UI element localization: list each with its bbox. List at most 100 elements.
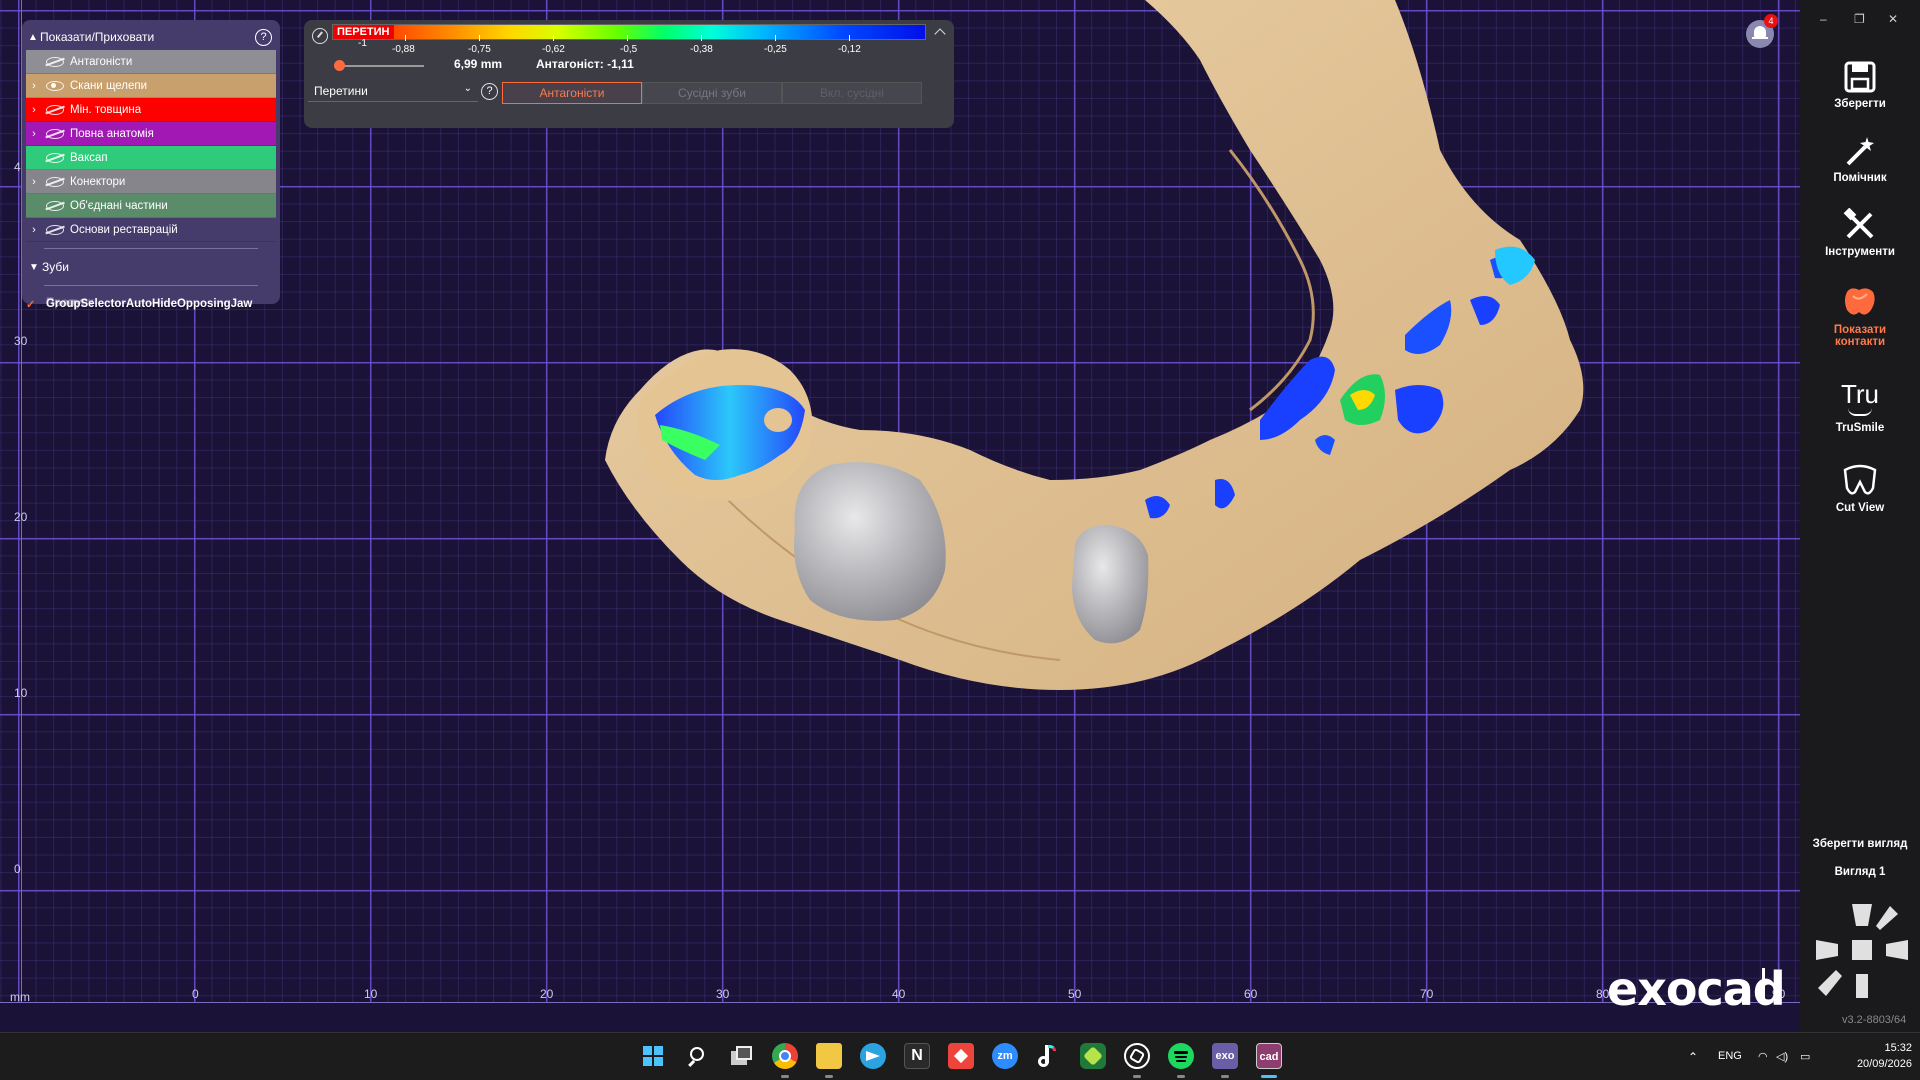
antagonists-button[interactable]: Антагоністи [502, 82, 642, 104]
assistant-button[interactable]: Помічник [1800, 134, 1920, 184]
teeth-label: Зуби [42, 260, 69, 274]
ruler-x-label: 60 [1244, 987, 1258, 1001]
smile-arc-icon [1848, 408, 1872, 416]
contacts-icon [1845, 288, 1875, 315]
cut-view-button[interactable]: Cut View [1800, 464, 1920, 514]
view-top-icon[interactable] [1852, 904, 1872, 926]
group-row-merged-parts[interactable]: Об'єднані частини [26, 194, 276, 218]
include-neighbors-button[interactable]: Вкл. сусідні [782, 82, 922, 104]
show-hide-header[interactable]: ▲ Показати/Приховати ? [26, 24, 276, 50]
running-indicator [1133, 1075, 1141, 1078]
thickness-slider[interactable] [334, 65, 424, 67]
help-icon[interactable]: ? [481, 83, 498, 100]
tools-button[interactable]: Інструменти [1800, 208, 1920, 258]
help-icon[interactable]: ? [255, 29, 272, 46]
notification-badge: 4 [1764, 14, 1778, 28]
eye-icon[interactable] [46, 176, 64, 187]
group-row-min-thickness[interactable]: › Мін. товщина [26, 98, 276, 122]
group-row-waxup[interactable]: Ваксап [26, 146, 276, 170]
wifi-icon[interactable]: ◠ [1758, 1050, 1768, 1063]
chevron-down-icon[interactable]: ▼ [26, 262, 42, 273]
clock-date[interactable]: 20/09/2026 [1836, 1058, 1912, 1070]
neighbor-teeth-button[interactable]: Сусідні зуби [642, 82, 782, 104]
colorbar-tick [405, 35, 406, 41]
task-view-icon[interactable] [728, 1043, 754, 1069]
view-top-right-icon[interactable] [1876, 906, 1898, 930]
mode-select[interactable]: Перетини ⌄ [308, 82, 478, 102]
assistant-label: Помічник [1833, 172, 1887, 184]
group-row-connectors[interactable]: › Конектори [26, 170, 276, 194]
view-left-icon[interactable] [1816, 940, 1838, 960]
eye-icon[interactable] [46, 152, 64, 163]
chevron-up-icon[interactable]: ▲ [26, 32, 40, 43]
language-indicator[interactable]: ENG [1718, 1050, 1742, 1062]
expand-arrow-icon[interactable]: › [26, 128, 42, 140]
notification-button[interactable]: 4 [1746, 14, 1778, 48]
running-indicator [825, 1075, 833, 1078]
view-bottom-icon[interactable] [1856, 974, 1868, 998]
group-row-antagonists[interactable]: Антагоністи [26, 50, 276, 74]
expand-arrow-icon[interactable]: › [26, 176, 42, 188]
battery-icon[interactable]: ▭ [1800, 1050, 1810, 1063]
group-label: Конектори [70, 175, 126, 188]
restore-button[interactable]: ❐ [1854, 12, 1865, 26]
view-name[interactable]: Вигляд 1 [1800, 866, 1920, 878]
chatgpt-icon[interactable] [1124, 1043, 1150, 1069]
ruler-y-label: 0 [14, 862, 21, 876]
save-view-label[interactable]: Зберегти вигляд [1800, 838, 1920, 850]
chrome-icon[interactable] [772, 1043, 798, 1069]
zoom-icon[interactable]: zm [992, 1043, 1018, 1069]
show-contacts-button[interactable]: Показати контакти [1800, 282, 1920, 348]
notion-icon[interactable]: N [904, 1043, 930, 1069]
group-row-restoration-bases[interactable]: › Основи реставрацій [26, 218, 276, 242]
group-label: Скани щелепи [70, 79, 148, 92]
explorer-icon[interactable] [816, 1043, 842, 1069]
close-button[interactable]: ✕ [1888, 12, 1898, 26]
auto-hide-opposing-jaw-toggle[interactable]: ✓ GroupSelectorAutoHideOpposingJaw Пропу… [26, 292, 276, 316]
expand-arrow-icon[interactable]: › [26, 224, 42, 236]
eye-icon[interactable] [46, 224, 64, 235]
app-icon[interactable] [1080, 1043, 1106, 1069]
group-label: Об'єднані частини [70, 199, 168, 212]
group-row-jaw-scans[interactable]: › Скани щелепи [26, 74, 276, 98]
version-text: v3.2-8803/64 [1842, 1014, 1907, 1026]
clock-time[interactable]: 15:32 [1856, 1042, 1912, 1054]
volume-icon[interactable]: ◁) [1776, 1050, 1788, 1063]
exo-icon[interactable]: exo [1212, 1043, 1238, 1069]
eye-icon[interactable] [46, 128, 64, 139]
teeth-group[interactable]: ▼ Зуби [26, 255, 276, 279]
ruler-x-label: 70 [1420, 987, 1434, 1001]
view-bottom-left-icon[interactable] [1818, 970, 1842, 996]
ruler-x-label: 40 [892, 987, 906, 1001]
cad-icon[interactable]: cad [1256, 1043, 1282, 1069]
view-cube-navigator[interactable] [1812, 900, 1912, 1004]
group-label: Основи реставрацій [70, 223, 178, 236]
ruler-x-label: 0 [192, 987, 199, 1001]
search-icon[interactable] [684, 1043, 710, 1069]
save-button[interactable]: Зберегти [1800, 60, 1920, 110]
eye-icon[interactable] [46, 56, 64, 67]
expand-arrow-icon[interactable]: › [26, 80, 42, 92]
minimize-button[interactable]: – [1820, 12, 1827, 26]
show-hide-title: Показати/Приховати [40, 30, 155, 44]
collapse-icon[interactable] [934, 28, 946, 40]
spotify-icon[interactable] [1168, 1043, 1194, 1069]
eye-icon[interactable] [46, 80, 64, 91]
telegram-icon[interactable] [860, 1043, 886, 1069]
eye-icon[interactable] [46, 200, 64, 211]
thickness-slider-handle[interactable] [334, 60, 345, 71]
tiktok-icon[interactable] [1036, 1043, 1062, 1069]
group-row-full-anatomy[interactable]: › Повна анатомія [26, 122, 276, 146]
view-front-icon[interactable] [1852, 940, 1872, 960]
trusmile-button[interactable]: Tru TruSmile [1800, 380, 1920, 434]
eye-icon[interactable] [46, 104, 64, 115]
start-icon[interactable] [640, 1043, 666, 1069]
tray-overflow-icon[interactable]: ⌃ [1688, 1050, 1698, 1064]
anydesk-icon[interactable] [948, 1043, 974, 1069]
ruler-y-label: 20 [14, 510, 28, 524]
view-right-icon[interactable] [1886, 940, 1908, 960]
expand-arrow-icon[interactable]: › [26, 104, 42, 116]
cut-view-label: Cut View [1835, 502, 1885, 514]
colorbar-label: ПЕРЕТИН [333, 25, 394, 39]
running-indicator [1177, 1075, 1185, 1078]
